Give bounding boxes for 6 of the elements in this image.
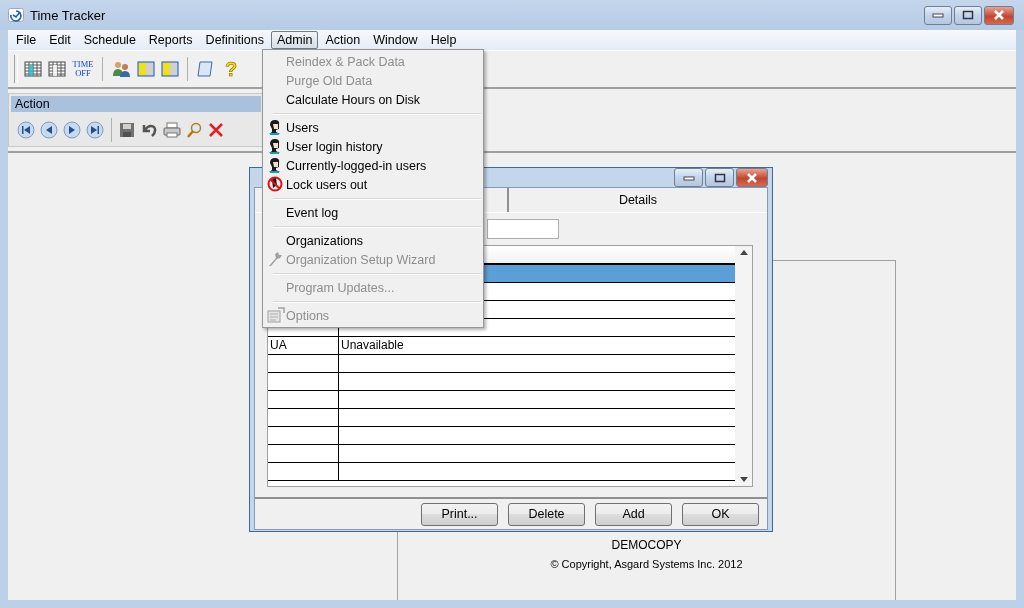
window-title: Time Tracker [30,7,107,23]
table-cell: UA [268,337,339,354]
copyright-text: © Copyright, Asgard Systems Inc. 2012 [550,558,743,570]
panel-title: Action [11,96,261,112]
table-cell-text: Unavailable [340,337,405,354]
edition-label: DEMOCOPY [611,538,682,552]
